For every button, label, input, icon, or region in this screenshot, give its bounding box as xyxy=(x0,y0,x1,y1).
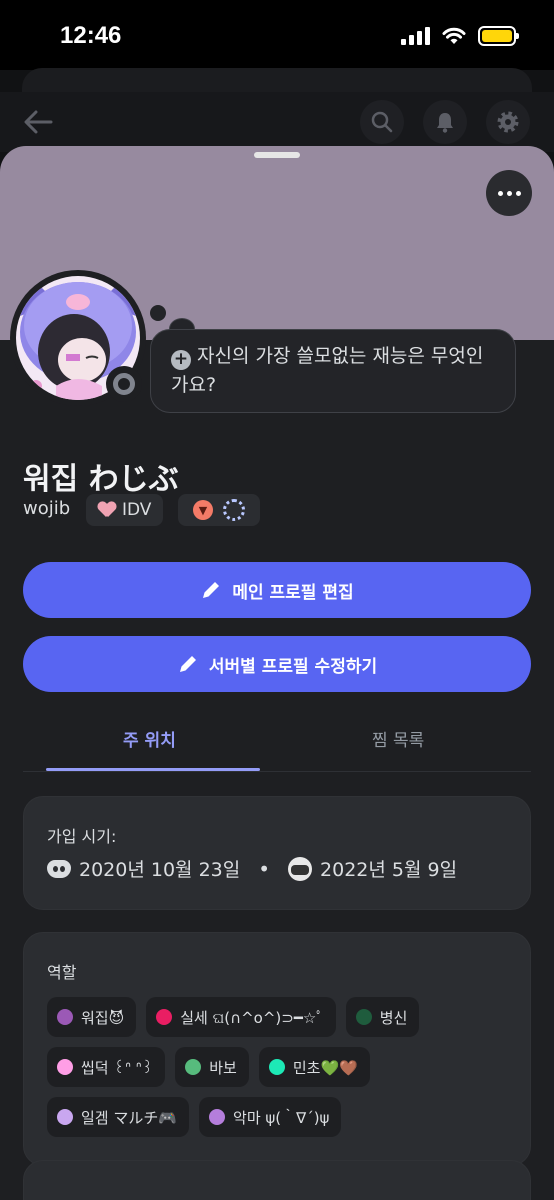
next-card xyxy=(23,1160,531,1200)
role-name: 실세 ଘ(∩^o^)⊃━☆ﾟ xyxy=(180,1008,324,1027)
role-name: 바보 xyxy=(209,1058,237,1077)
role-name: 악마 ψ(｀∇´)ψ xyxy=(233,1108,330,1127)
status-indicator xyxy=(106,366,142,402)
search-button[interactable] xyxy=(360,100,404,144)
edit-server-profile-button[interactable]: 서버별 프로필 수정하기 xyxy=(23,636,531,692)
notifications-button[interactable] xyxy=(423,100,467,144)
role-color-dot xyxy=(185,1059,202,1075)
role-chip[interactable]: 병신 xyxy=(345,997,420,1037)
role-chip[interactable]: 실세 ଘ(∩^o^)⊃━☆ﾟ xyxy=(146,997,336,1037)
roles-card: 역할 워집😈 실세 ଘ(∩^o^)⊃━☆ﾟ 병신 씹덕 ꒰ᐢ ᐢ꒱ 바보 민초💚… xyxy=(23,932,531,1166)
role-color-dot xyxy=(156,1009,173,1025)
pencil-icon xyxy=(203,582,220,598)
discord-join-date: 2020년 10월 23일 xyxy=(79,859,241,881)
role-color-dot xyxy=(355,1009,372,1025)
role-color-dot xyxy=(268,1059,285,1075)
role-chip[interactable]: 악마 ψ(｀∇´)ψ xyxy=(199,1097,342,1137)
roles-title: 역할 xyxy=(47,963,77,982)
search-icon xyxy=(371,111,393,133)
status-icons xyxy=(401,26,519,46)
more-button[interactable] xyxy=(486,170,532,216)
edit-server-profile-label: 서버별 프로필 수정하기 xyxy=(208,656,378,677)
member-since-row: 2020년 10월 23일 • 2022년 5월 9일 xyxy=(47,855,457,882)
roles-list: 워집😈 실세 ଘ(∩^o^)⊃━☆ﾟ 병신 씹덕 ꒰ᐢ ᐢ꒱ 바보 민초💚🤎 일… xyxy=(47,997,517,1137)
tab-wishlist[interactable]: 찜 목록 xyxy=(372,726,424,751)
role-name: 일겜 マルチ🎮 xyxy=(81,1108,178,1127)
server-tag-badge[interactable]: IDV xyxy=(86,494,164,526)
profile-badges[interactable]: ▼ xyxy=(178,494,260,526)
bell-icon xyxy=(437,113,453,133)
custom-status-label: 자신의 가장 쓸모없는 재능은 무엇인가요? xyxy=(171,345,484,396)
display-name: 워집 わじぶ xyxy=(23,462,179,497)
role-chip[interactable]: 워집😈 xyxy=(47,997,137,1037)
status-bar: 12:46 xyxy=(0,0,554,70)
profile-sheet: + 자신의 가장 쓸모없는 재능은 무엇인가요? 워집 わじぶ wojib IDV… xyxy=(0,146,554,1200)
discord-logo-icon xyxy=(47,859,71,878)
server-icon xyxy=(288,856,313,881)
separator-dot: • xyxy=(258,856,271,881)
role-name: 민초💚🤎 xyxy=(292,1058,358,1077)
member-since-card: 가입 시기: 2020년 10월 23일 • 2022년 5월 9일 xyxy=(23,796,531,910)
role-color-dot xyxy=(57,1059,73,1075)
role-color-dot xyxy=(209,1109,226,1125)
back-button[interactable] xyxy=(16,100,60,144)
role-name: 씹덕 ꒰ᐢ ᐢ꒱ xyxy=(81,1058,154,1077)
more-icon xyxy=(497,190,503,196)
heart-icon xyxy=(98,502,116,518)
role-chip[interactable]: 바보 xyxy=(175,1047,249,1087)
hypesquad-badge-icon: ▼ xyxy=(193,500,213,520)
plus-icon: + xyxy=(171,349,191,370)
member-since-title: 가입 시기: xyxy=(47,827,117,846)
tab-main-location[interactable]: 주 위치 xyxy=(123,726,176,751)
background-header xyxy=(0,92,554,152)
role-color-dot xyxy=(57,1109,73,1125)
server-join-date: 2022년 5월 9일 xyxy=(320,859,458,881)
username[interactable]: wojib xyxy=(23,498,70,519)
role-name: 병신 xyxy=(379,1008,408,1027)
wifi-icon xyxy=(442,27,466,44)
role-color-dot xyxy=(57,1009,73,1025)
gear-icon xyxy=(497,111,519,133)
bubble-tail-dot xyxy=(150,305,166,321)
server-tag-label: IDV xyxy=(122,500,152,520)
nitro-badge-icon xyxy=(223,499,245,521)
sheet-grabber[interactable] xyxy=(254,152,300,158)
role-chip[interactable]: 씹덕 ꒰ᐢ ᐢ꒱ xyxy=(47,1047,166,1087)
status-time: 12:46 xyxy=(60,22,122,49)
role-chip[interactable]: 민초💚🤎 xyxy=(258,1047,370,1087)
battery-icon xyxy=(478,26,519,46)
edit-main-profile-label: 메인 프로필 편집 xyxy=(232,582,354,603)
custom-status-text: + 자신의 가장 쓸모없는 재능은 무엇인가요? xyxy=(171,342,499,400)
cellular-signal-icon xyxy=(401,27,430,45)
settings-button[interactable] xyxy=(486,100,530,144)
active-tab-indicator xyxy=(46,768,260,771)
back-arrow-icon xyxy=(24,110,53,134)
role-chip[interactable]: 일겜 マルチ🎮 xyxy=(47,1097,190,1137)
tab-divider xyxy=(23,771,531,772)
role-name: 워집😈 xyxy=(81,1008,125,1027)
custom-status-bubble[interactable]: + 자신의 가장 쓸모없는 재능은 무엇인가요? xyxy=(150,329,516,413)
pencil-icon xyxy=(179,656,196,672)
edit-main-profile-button[interactable]: 메인 프로필 편집 xyxy=(23,562,531,618)
